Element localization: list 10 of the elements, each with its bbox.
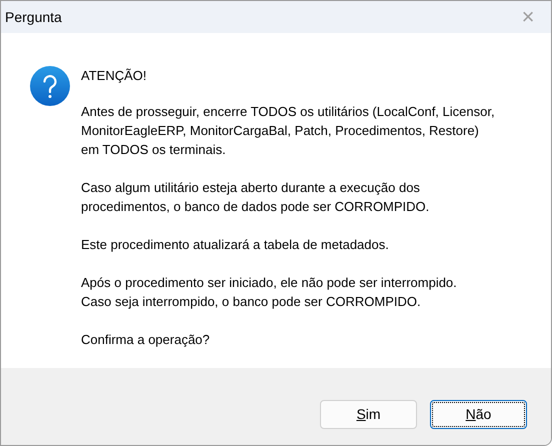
message-paragraph: Este procedimento atualizará a tabela de metadados.	[81, 236, 390, 254]
question-icon	[30, 66, 70, 106]
dialog-button[interactable]: Sim	[320, 400, 417, 429]
message-paragraph: Antes de prosseguir, encerre TODOS os utilitários (LocalConf, Licensor, MonitorEagleERP, MonitorCargaBal, Patch, Procedimentos, Restore) em TODOS os terminais.	[81, 103, 495, 159]
message-paragraph: Confirma a operação?	[81, 331, 211, 349]
message-paragraph: Caso algum utilitário esteja aberto durante a execução dos procedimentos, o banco de dados pode ser CORROMPIDO.	[81, 179, 430, 216]
window-title: Pergunta	[5, 8, 62, 27]
message-paragraph: Após o procedimento ser iniciado, ele não pode ser interrompido. Caso seja interrompido, o banco pode ser CORROMPIDO.	[81, 274, 458, 311]
message-heading: ATENÇÃO!	[81, 67, 148, 85]
dialog-button[interactable]: Não	[430, 400, 527, 429]
